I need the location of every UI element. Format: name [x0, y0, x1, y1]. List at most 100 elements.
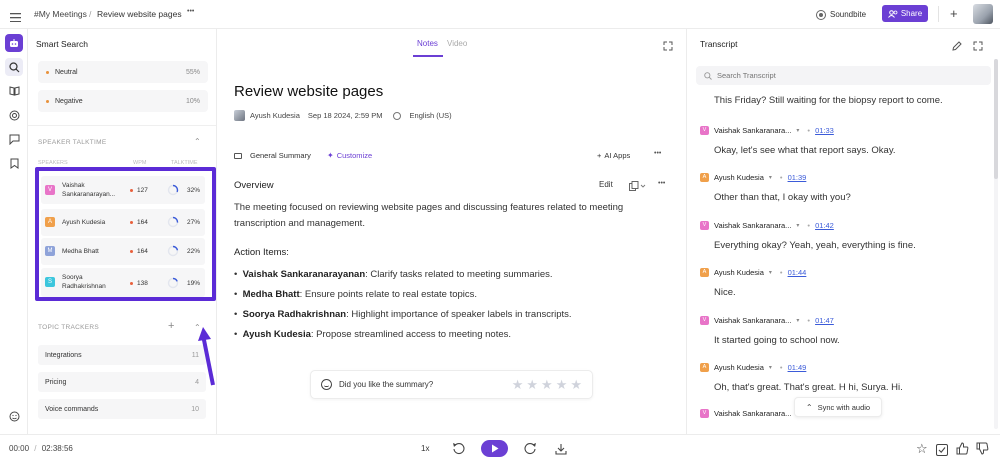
chevron-down-icon[interactable]: ▾ — [796, 127, 799, 134]
tracker-row[interactable]: Integrations 11 — [38, 345, 206, 365]
search-icon[interactable] — [5, 58, 23, 76]
transcript-line: This Friday? Still waiting for the biops… — [714, 95, 943, 106]
comment-icon[interactable] — [5, 130, 23, 148]
col-speakers: SPEAKERS — [38, 160, 68, 166]
speaker-avatar: V — [700, 315, 709, 325]
time-readout: 00:00 / 02:38:56 — [9, 444, 73, 453]
forward-icon[interactable] — [524, 442, 537, 460]
breadcrumb-parent[interactable]: #My Meetings — [34, 9, 87, 19]
checkbox-icon[interactable] — [936, 443, 948, 461]
sentiment-value: 55% — [185, 68, 200, 76]
speaker-name: Vaishak Sankaranara... — [714, 220, 792, 230]
speaker-avatar: V — [700, 220, 709, 230]
sync-audio-button[interactable]: ⌃ Sync with audio — [794, 397, 882, 417]
sentiment-value: 10% — [185, 97, 200, 105]
section-divider — [28, 125, 216, 126]
dot-separator: • — [779, 267, 783, 277]
chevron-down-icon[interactable]: ▾ — [769, 174, 772, 181]
star-icon[interactable]: ★ — [512, 377, 524, 393]
expand-icon[interactable] — [663, 38, 673, 56]
timestamp-link[interactable]: 01:42 — [815, 221, 834, 230]
customize-label: Customize — [336, 151, 373, 160]
sparkle-icon: ✦ — [327, 151, 334, 160]
transcript-scrollbar[interactable] — [994, 59, 998, 429]
copy-icon[interactable] — [629, 179, 647, 197]
chevron-up-icon: ⌃ — [805, 402, 813, 412]
soundbite-button[interactable]: Soundbite — [816, 8, 866, 21]
edit-button[interactable]: Edit — [599, 180, 613, 189]
soundbite-label: Soundbite — [830, 10, 867, 19]
tracker-row[interactable]: Voice commands 10 — [38, 399, 206, 419]
edit-pencil-icon[interactable] — [952, 38, 962, 56]
summary-type-selector[interactable]: General Summary — [234, 151, 311, 160]
language-label[interactable]: English (US) — [410, 111, 452, 120]
share-button[interactable]: Share — [882, 5, 928, 22]
action-assignee: Medha Bhatt — [242, 289, 300, 300]
chevron-down-icon[interactable]: ▾ — [769, 269, 772, 276]
timestamp-link[interactable]: 01:49 — [788, 363, 807, 372]
star-icon[interactable]: ★ — [570, 377, 582, 393]
emoji-icon[interactable] — [5, 407, 23, 425]
bookmark-icon[interactable] — [5, 154, 23, 172]
thumbs-down-icon[interactable] — [976, 442, 989, 460]
target-icon[interactable] — [5, 106, 23, 124]
customize-button[interactable]: ✦ Customize — [327, 151, 372, 160]
sentiment-row-neutral[interactable]: Neutral 55% — [38, 61, 208, 83]
action-item: • Ayush Kudesia: Propose streamlined acc… — [234, 329, 512, 340]
search-input[interactable] — [717, 71, 967, 80]
notes-panel: Notes Video Review website pages Ayush K… — [217, 29, 687, 434]
ai-apps-button[interactable]: + AI Apps — [597, 151, 630, 160]
add-tracker-icon[interactable]: + — [168, 320, 174, 332]
star-icon[interactable]: ★ — [556, 377, 568, 393]
transcript-panel: Transcript This Friday? Still waiting fo… — [687, 29, 1000, 434]
tracker-row[interactable]: Pricing 4 — [38, 372, 206, 392]
video-icon — [234, 152, 242, 159]
transcript-search[interactable] — [696, 66, 991, 85]
timestamp-link[interactable]: 01:47 — [815, 316, 834, 325]
more-options-icon[interactable]: ••• — [187, 8, 194, 15]
fullscreen-icon[interactable] — [973, 38, 983, 56]
collapse-talktime-icon[interactable]: ⌃ — [194, 137, 201, 146]
timestamp-link[interactable]: 01:39 — [788, 173, 807, 182]
chevron-down-icon[interactable]: ▾ — [796, 317, 799, 324]
play-button[interactable] — [481, 440, 508, 457]
speaker-name: Ayush Kudesia — [714, 172, 764, 182]
star-icon[interactable]: ★ — [541, 377, 553, 393]
action-text: : Highlight importance of speaker labels… — [346, 309, 572, 320]
topic-trackers-title: TOPIC TRACKERS — [38, 324, 100, 331]
speaker-avatar: A — [700, 172, 709, 182]
rewind-icon[interactable] — [452, 442, 465, 460]
overview-more-icon[interactable]: ••• — [658, 180, 665, 187]
tab-notes[interactable]: Notes — [417, 39, 438, 48]
transcript-title: Transcript — [700, 39, 738, 49]
user-avatar[interactable] — [973, 4, 993, 24]
add-icon[interactable]: + — [950, 6, 958, 21]
page-title: Review website pages — [234, 83, 384, 100]
star-favorite-icon[interactable]: ☆ — [916, 441, 928, 457]
timestamp-link[interactable]: 01:33 — [815, 126, 834, 135]
workspace-bot-icon[interactable] — [5, 34, 23, 52]
thumbs-up-icon[interactable] — [956, 442, 969, 460]
annotation-arrow — [198, 327, 215, 386]
transcript-entry: V Vaishak Sankaranara... ▾ • 01:47 It starte… — [700, 314, 985, 346]
play-icon — [491, 444, 498, 453]
timestamp-link[interactable]: 01:44 — [788, 268, 807, 277]
book-icon[interactable] — [5, 82, 23, 100]
chevron-down-icon[interactable]: ▾ — [796, 222, 799, 229]
overview-text: The meeting focused on reviewing website… — [234, 202, 624, 229]
icon-rail — [0, 29, 28, 434]
hamburger-icon[interactable] — [10, 9, 21, 23]
dot-separator: • — [807, 125, 811, 135]
current-time: 00:00 — [9, 444, 30, 453]
sentiment-row-negative[interactable]: Negative 10% — [38, 90, 208, 112]
transcript-entry: A Ayush Kudesia ▾ • 01:44 Nice. — [700, 266, 985, 298]
transcript-text: Everything okay? Yeah, yeah, everything … — [714, 240, 916, 251]
star-icon[interactable]: ★ — [526, 377, 538, 393]
tab-video[interactable]: Video — [447, 39, 467, 48]
meeting-meta: Ayush Kudesia Sep 18 2024, 2:59 PM Engli… — [234, 110, 452, 121]
scrollbar-thumb[interactable] — [994, 59, 998, 179]
playback-speed-button[interactable]: 1x — [421, 444, 429, 453]
summary-more-icon[interactable]: ••• — [654, 150, 661, 157]
chevron-down-icon[interactable]: ▾ — [769, 364, 772, 371]
download-icon[interactable] — [555, 442, 567, 460]
